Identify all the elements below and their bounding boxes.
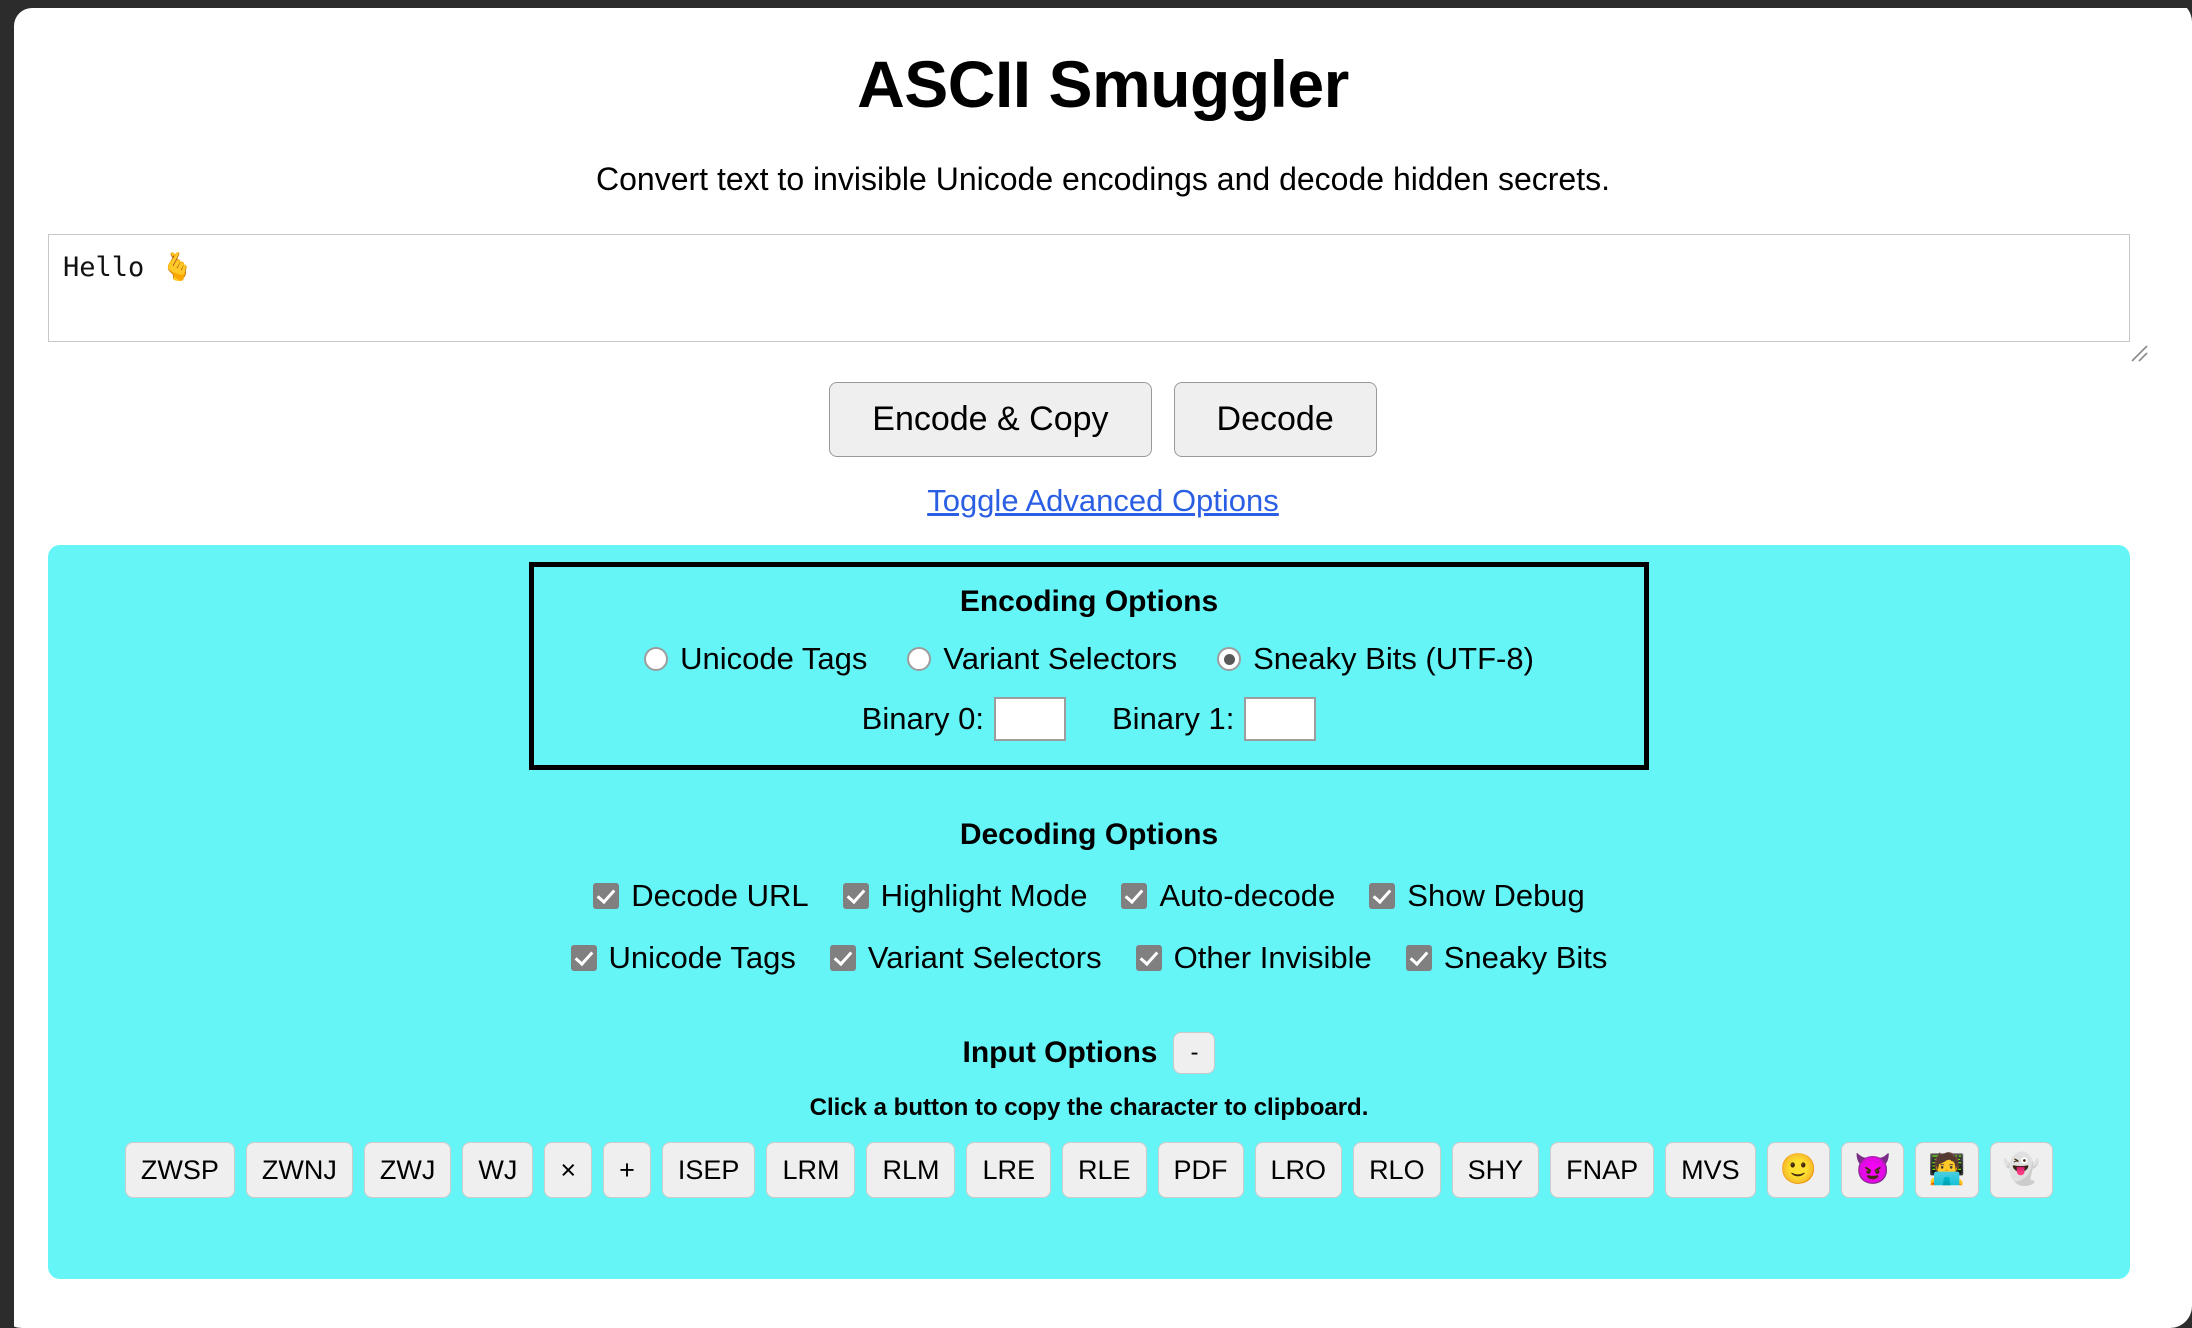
char-button-shy[interactable]: SHY [1451, 1142, 1540, 1199]
decoding-options-heading: Decoding Options [959, 818, 1219, 852]
encoding-radio-unicode-tags[interactable]: Unicode Tags [644, 641, 867, 677]
checkbox-sneaky-bits[interactable]: Sneaky Bits [1405, 940, 1608, 976]
checkbox-unicode-tags[interactable]: Unicode Tags [570, 940, 796, 976]
checkbox-label: Auto-decode [1159, 878, 1336, 914]
encoding-radio-group: Unicode Tags Variant Selectors Sneaky Bits… [534, 641, 1644, 677]
checkbox-label: Unicode Tags [608, 940, 796, 976]
encoding-options-heading: Encoding Options [959, 585, 1219, 619]
radio-dot-icon[interactable] [907, 647, 932, 672]
checkbox-highlight-mode[interactable]: Highlight Mode [842, 878, 1088, 914]
radio-dot-icon[interactable] [644, 647, 669, 672]
input-options-heading: Input Options [962, 1036, 1158, 1070]
checkbox-auto-decode[interactable]: Auto-decode [1121, 878, 1335, 914]
char-button-lrm[interactable]: LRM [766, 1142, 856, 1199]
encoding-radio-variant-selectors[interactable]: Variant Selectors [907, 641, 1177, 677]
page-title: ASCII Smuggler [857, 47, 1349, 121]
char-button-lre[interactable]: LRE [966, 1142, 1051, 1199]
toggle-advanced-row: Toggle Advanced Options [14, 483, 2192, 519]
character-button-row: ZWSP ZWNJ ZWJ WJ × + ISEP LRM RLM LRE RLE PDF LRO RLO… [48, 1142, 2130, 1199]
char-button-rlo[interactable]: RLO [1353, 1142, 1441, 1199]
checkbox-label: Decode URL [631, 878, 809, 914]
decoding-checkbox-row-2: Unicode Tags Variant Selectors Other Invis… [48, 940, 2130, 976]
binary-fields-row: Binary 0: Binary 1: [534, 697, 1644, 742]
input-textarea-container [48, 234, 2158, 343]
binary-field-label: Binary 0: [861, 701, 984, 737]
char-button-wj[interactable]: WJ [462, 1142, 534, 1199]
checkmark-icon[interactable] [1369, 883, 1396, 910]
radio-dot-icon[interactable] [1217, 647, 1242, 672]
char-button-sym-4[interactable]: × [544, 1142, 593, 1199]
binary-one-input[interactable] [1244, 697, 1317, 742]
char-button-emoji-18[interactable]: 😈 [1841, 1142, 1905, 1199]
binary-zero-input[interactable] [994, 697, 1066, 742]
toggle-advanced-options-link[interactable]: Toggle Advanced Options [927, 483, 1279, 518]
checkmark-icon[interactable] [593, 883, 620, 910]
binary-field-1: Binary 1: [1112, 697, 1317, 742]
char-button-zwnj[interactable]: ZWNJ [245, 1142, 353, 1199]
checkbox-label: Highlight Mode [880, 878, 1088, 914]
checkbox-other-invisible[interactable]: Other Invisible [1135, 940, 1372, 976]
checkbox-label: Other Invisible [1173, 940, 1372, 976]
encoding-radio-sneaky-bits-utf-8[interactable]: Sneaky Bits (UTF-8) [1217, 641, 1534, 677]
checkbox-label: Sneaky Bits [1443, 940, 1608, 976]
checkmark-icon[interactable] [842, 883, 869, 910]
char-button-mvs[interactable]: MVS [1665, 1142, 1756, 1199]
decoding-checkbox-row-1: Decode URL Highlight Mode Auto-decode Show … [48, 878, 2130, 914]
checkmark-icon[interactable] [1135, 945, 1162, 972]
char-button-emoji-19[interactable]: 🧑‍💻 [1915, 1142, 1979, 1199]
char-button-isep[interactable]: ISEP [661, 1142, 756, 1199]
encoding-options-box: Encoding Options Unicode Tags Variant Sel… [529, 562, 1649, 771]
encoding-radio-label: Unicode Tags [680, 641, 868, 677]
browser-window-frame: ASCII Smuggler Convert text to invisible… [0, 0, 2192, 1328]
input-options-section: Input Options - Click a button to copy t… [48, 1032, 2130, 1199]
checkbox-label: Variant Selectors [867, 940, 1102, 976]
page-subtitle: Convert text to invisible Unicode encodi… [596, 161, 1610, 198]
char-button-lro[interactable]: LRO [1254, 1142, 1343, 1199]
checkbox-label: Show Debug [1407, 878, 1585, 914]
input-options-collapse-button[interactable]: - [1173, 1032, 1216, 1075]
encode-and-copy-button[interactable]: Encode & Copy [829, 382, 1152, 458]
checkbox-decode-url[interactable]: Decode URL [593, 878, 809, 914]
char-button-pdf[interactable]: PDF [1157, 1142, 1244, 1199]
textarea-resize-grip-icon[interactable] [2128, 342, 2150, 364]
decoding-options-section: Decoding Options Decode URL Highlight Mod… [48, 818, 2130, 976]
encoding-radio-label: Sneaky Bits (UTF-8) [1253, 641, 1534, 677]
page-surface: ASCII Smuggler Convert text to invisible… [14, 8, 2192, 1328]
char-button-rle[interactable]: RLE [1062, 1142, 1147, 1199]
binary-field-0: Binary 0: [861, 697, 1066, 742]
char-button-sym-5[interactable]: + [603, 1142, 651, 1199]
encoding-radio-label: Variant Selectors [943, 641, 1178, 677]
checkmark-icon[interactable] [829, 945, 856, 972]
char-button-zwsp[interactable]: ZWSP [124, 1142, 235, 1199]
action-button-row: Encode & Copy Decode [14, 382, 2192, 458]
copy-character-hint: Click a button to copy the character to … [809, 1094, 1369, 1122]
advanced-options-panel: Encoding Options Unicode Tags Variant Sel… [48, 545, 2130, 1280]
binary-field-label: Binary 1: [1112, 701, 1235, 737]
checkbox-show-debug[interactable]: Show Debug [1369, 878, 1585, 914]
checkmark-icon[interactable] [1121, 883, 1148, 910]
checkmark-icon[interactable] [1405, 945, 1432, 972]
decode-button[interactable]: Decode [1173, 382, 1377, 458]
checkbox-variant-selectors[interactable]: Variant Selectors [829, 940, 1102, 976]
char-button-zwj[interactable]: ZWJ [363, 1142, 452, 1199]
char-button-emoji-20[interactable]: 👻 [1989, 1142, 2054, 1199]
char-button-rlm[interactable]: RLM [866, 1142, 956, 1199]
input-options-header: Input Options - [48, 1032, 2130, 1075]
char-button-fnap[interactable]: FNAP [1550, 1142, 1655, 1199]
text-input[interactable] [48, 234, 2130, 343]
checkmark-icon[interactable] [570, 945, 597, 972]
char-button-emoji-17[interactable]: 🙂 [1766, 1142, 1831, 1199]
